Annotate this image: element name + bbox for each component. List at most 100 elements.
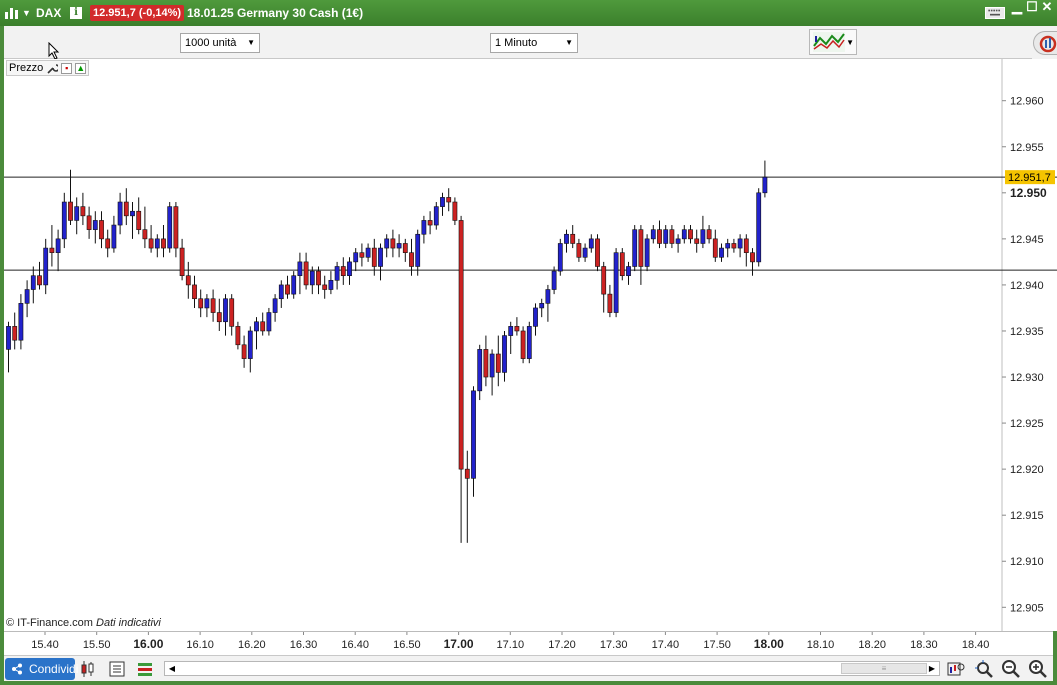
candle-body bbox=[607, 293, 613, 313]
candle-body bbox=[508, 326, 514, 336]
candle-body bbox=[18, 303, 24, 341]
zoom-area-icon[interactable] bbox=[974, 659, 994, 679]
y-tick-label: 12.950 bbox=[1010, 186, 1047, 200]
move-up-icon[interactable]: ▲ bbox=[75, 62, 87, 74]
x-tick-label: 15.50 bbox=[83, 639, 111, 651]
candle-body bbox=[384, 238, 390, 249]
candle-body bbox=[626, 266, 631, 277]
instrument-symbol[interactable]: DAX bbox=[36, 0, 61, 26]
time-axis[interactable]: 15.40 15.50 16.00 16.10 16.20 16.30 16.40 16.50… bbox=[4, 631, 1053, 655]
candle-body bbox=[247, 330, 253, 359]
units-select-value: 1000 unità bbox=[185, 37, 237, 49]
x-tick-label: 16.40 bbox=[341, 639, 369, 651]
candle-body bbox=[477, 349, 483, 392]
close-icon[interactable]: ✕ bbox=[1040, 0, 1054, 14]
candle-body bbox=[539, 303, 545, 309]
remove-indicator-icon[interactable]: ▪ bbox=[61, 62, 73, 74]
candle-body bbox=[576, 243, 582, 258]
candle-body bbox=[440, 197, 445, 207]
zoom-in-icon[interactable] bbox=[1028, 659, 1048, 679]
candle-body bbox=[520, 330, 526, 359]
candle-body bbox=[334, 266, 340, 281]
y-tick-label: 12.905 bbox=[1010, 602, 1044, 614]
price-indicator-legend[interactable]: Prezzo ▪ ▲ bbox=[6, 60, 90, 76]
mouse-cursor-icon bbox=[48, 42, 60, 60]
candle-body bbox=[99, 220, 104, 240]
candle-body bbox=[582, 247, 588, 258]
wrench-icon[interactable] bbox=[46, 62, 59, 74]
candle-body bbox=[613, 252, 619, 313]
zoom-out-icon[interactable] bbox=[1001, 659, 1021, 679]
candle-body bbox=[545, 289, 551, 304]
bottom-toolbar: Condividi ◀ ≡ ▶ bbox=[4, 655, 1053, 681]
candlestick-chart[interactable]: 12.960 12.955 12.950 12.945 12.940 12.935 12.9… bbox=[4, 59, 1057, 631]
y-tick-label: 12.935 bbox=[1010, 326, 1044, 338]
candle-body bbox=[68, 201, 73, 221]
y-tick-label: 12.940 bbox=[1010, 280, 1044, 292]
candle-body bbox=[185, 275, 191, 286]
candle-body bbox=[291, 275, 297, 295]
candle-body bbox=[551, 270, 557, 290]
zoom-fit-icon[interactable] bbox=[946, 659, 966, 679]
chart-logo-icon[interactable] bbox=[4, 6, 20, 20]
price-chart-panel[interactable]: 12.960 12.955 12.950 12.945 12.940 12.935 12.9… bbox=[4, 59, 1057, 631]
scroll-left-icon[interactable]: ◀ bbox=[165, 662, 179, 675]
y-tick-label: 12.955 bbox=[1010, 142, 1044, 154]
candle-body bbox=[464, 468, 470, 479]
time-scrollbar[interactable]: ◀ ≡ ▶ bbox=[164, 661, 940, 676]
candle-body bbox=[154, 238, 160, 249]
candle-body bbox=[235, 326, 241, 346]
y-tick-label: 12.920 bbox=[1010, 464, 1044, 476]
candle-body bbox=[74, 206, 80, 221]
candle-body bbox=[471, 390, 476, 479]
y-tick-label: 12.945 bbox=[1010, 234, 1044, 246]
candle-body bbox=[415, 233, 421, 267]
candle-body bbox=[285, 284, 290, 295]
candle-body bbox=[688, 229, 693, 240]
volume-bars-icon[interactable] bbox=[135, 659, 155, 679]
document-list-icon[interactable] bbox=[107, 659, 127, 679]
candle-body bbox=[743, 238, 749, 253]
candle-body bbox=[632, 229, 638, 267]
x-tick-label: 16.20 bbox=[238, 639, 266, 651]
candle-body bbox=[669, 229, 675, 244]
candle-style-icon[interactable] bbox=[78, 659, 98, 679]
keyboard-icon[interactable] bbox=[985, 7, 1005, 19]
scrollbar-thumb[interactable]: ≡ bbox=[841, 663, 927, 674]
candle-body bbox=[514, 326, 520, 332]
candle-body bbox=[260, 321, 266, 332]
dropdown-icon[interactable]: ▼ bbox=[22, 0, 31, 26]
indicators-button[interactable]: ▼ bbox=[809, 29, 857, 55]
candle-body bbox=[223, 298, 228, 323]
candle-body bbox=[111, 224, 117, 249]
info-icon[interactable]: i bbox=[70, 7, 82, 19]
x-tick-label: 16.00 bbox=[133, 637, 163, 651]
candle-body bbox=[92, 220, 98, 230]
units-select[interactable]: 1000 unità ▼ bbox=[180, 33, 260, 53]
candle-body bbox=[359, 252, 365, 258]
side-panel-toggle[interactable] bbox=[1032, 26, 1057, 59]
candle-body bbox=[458, 220, 464, 470]
app-window: ▼ DAX i 12.951,7 (-0,14%) 18.01.25 Germa… bbox=[0, 0, 1057, 685]
candle-body bbox=[61, 201, 67, 240]
x-tick-label: 17.40 bbox=[652, 639, 680, 651]
candle-body bbox=[421, 220, 427, 235]
maximize-icon[interactable]: ☐ bbox=[1025, 0, 1039, 14]
price-change-badge: 12.951,7 (-0,14%) bbox=[90, 5, 185, 21]
minimize-icon[interactable]: ▁ bbox=[1010, 0, 1024, 14]
x-tick-label: 16.10 bbox=[186, 639, 214, 651]
candle-body bbox=[161, 238, 166, 249]
candle-body bbox=[142, 229, 148, 240]
candle-body bbox=[12, 326, 18, 341]
share-button-label: Condividi bbox=[29, 662, 79, 676]
candle-body bbox=[433, 206, 439, 226]
candle-body bbox=[719, 247, 724, 258]
period-select[interactable]: 1 Minuto ▼ bbox=[490, 33, 578, 53]
x-tick-label: 17.00 bbox=[444, 637, 474, 651]
scroll-right-icon[interactable]: ▶ bbox=[925, 662, 939, 675]
candle-body bbox=[564, 233, 569, 244]
share-button[interactable]: Condividi bbox=[5, 658, 79, 680]
candle-body bbox=[483, 349, 489, 378]
candle-body bbox=[731, 243, 737, 249]
candle-body bbox=[30, 275, 36, 290]
